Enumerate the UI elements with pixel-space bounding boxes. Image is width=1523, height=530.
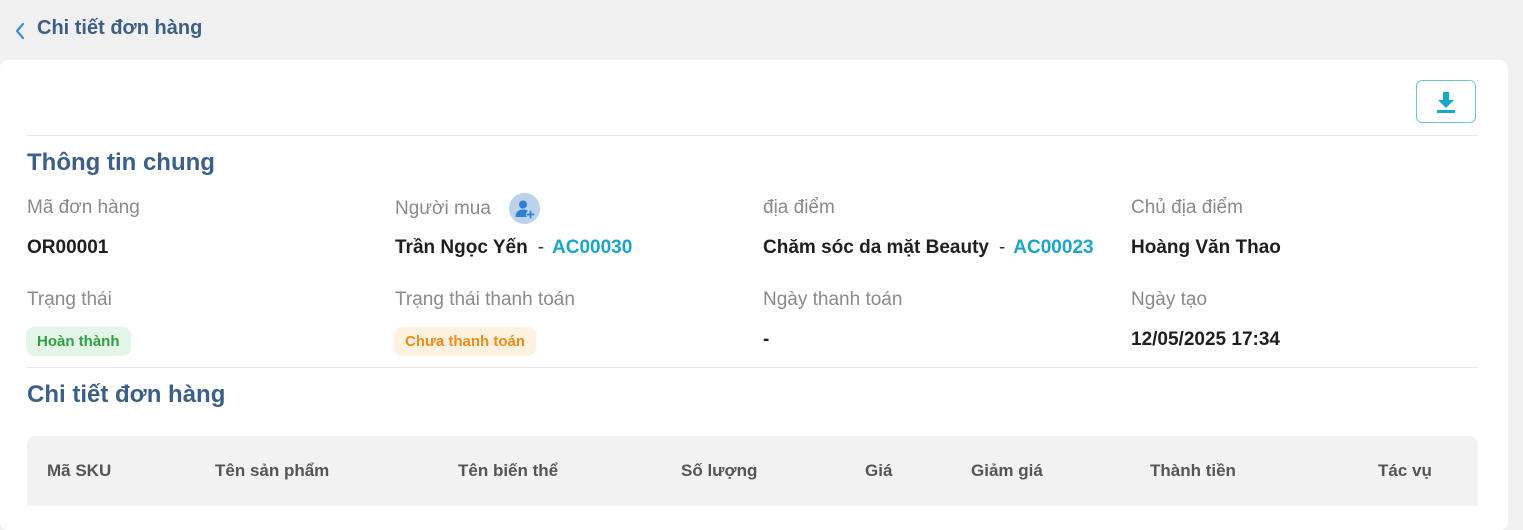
owner-label: Chủ địa điểm — [1131, 197, 1243, 218]
buyer-icon-button[interactable] — [509, 193, 540, 224]
section-title-details: Chi tiết đơn hàng — [27, 381, 226, 408]
created-label: Ngày tạo — [1131, 289, 1208, 310]
status-label: Trạng thái — [27, 289, 112, 310]
buyer-label: Người mua — [395, 198, 491, 219]
column-header-price: Giá — [865, 461, 893, 480]
order-detail-card: Thông tin chung Mã đơn hàng OR00001 Ngườ… — [0, 60, 1508, 530]
column-header-discount: Giảm giá — [971, 461, 1043, 480]
column-header-actions: Tác vụ — [1378, 461, 1432, 480]
column-header-sku: Mã SKU — [47, 461, 112, 480]
payment-date-label: Ngày thanh toán — [763, 289, 903, 310]
location-value: Chăm sóc da mặt Beauty - AC00023 — [763, 237, 1094, 259]
buyer-name: Trần Ngọc Yến — [395, 237, 528, 258]
divider-top — [27, 135, 1478, 136]
page-title: Chi tiết đơn hàng — [37, 17, 203, 39]
order-items-table-header: Mã SKU Tên sản phẩm Tên biến thể Số lượn… — [27, 436, 1478, 506]
chevron-left-icon — [15, 22, 25, 40]
order-code-value: OR00001 — [27, 237, 109, 258]
page-header: Chi tiết đơn hàng — [0, 0, 1523, 60]
section-title-general: Thông tin chung — [27, 149, 215, 176]
column-header-quantity: Số lượng — [681, 461, 758, 480]
payment-status-label: Trạng thái thanh toán — [395, 289, 575, 310]
order-code-label: Mã đơn hàng — [27, 197, 140, 218]
location-separator: - — [998, 237, 1006, 258]
location-code-link[interactable]: AC00023 — [1013, 237, 1093, 258]
location-name: Chăm sóc da mặt Beauty — [763, 237, 989, 258]
download-button[interactable] — [1416, 80, 1476, 123]
buyer-value: Trần Ngọc Yến - AC00030 — [395, 237, 632, 259]
owner-value: Hoàng Văn Thao — [1131, 237, 1281, 258]
divider-middle — [27, 367, 1478, 368]
created-value: 12/05/2025 17:34 — [1131, 329, 1280, 350]
user-add-icon — [515, 200, 535, 219]
column-header-variant-name: Tên biến thể — [458, 461, 559, 480]
buyer-separator: - — [537, 237, 545, 258]
column-header-product-name: Tên sản phẩm — [215, 461, 330, 480]
payment-status-badge: Chưa thanh toán — [394, 327, 537, 356]
buyer-code-link[interactable]: AC00030 — [552, 237, 632, 258]
location-label: địa điểm — [763, 197, 835, 218]
download-icon — [1437, 91, 1455, 113]
status-badge: Hoàn thành — [26, 327, 131, 356]
column-header-total: Thành tiền — [1150, 461, 1236, 480]
back-button[interactable] — [10, 20, 30, 42]
payment-date-value: - — [763, 329, 770, 350]
